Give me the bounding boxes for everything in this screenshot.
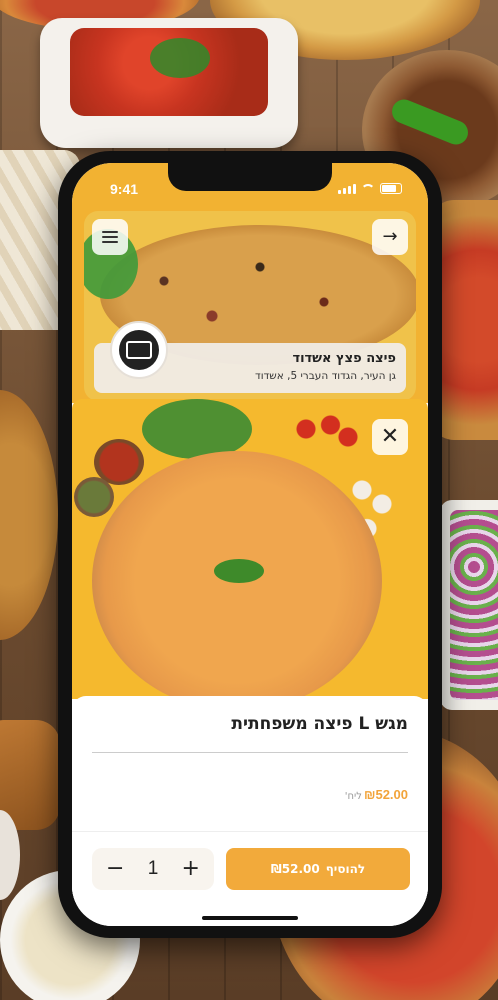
quantity-stepper: − 1 + bbox=[92, 848, 214, 890]
restaurant-logo bbox=[110, 321, 168, 379]
restaurant-info-card[interactable]: פיצה פצץ אשדוד גן העיר, הגדוד העברי 5, א… bbox=[94, 321, 406, 393]
logo-icon bbox=[119, 330, 159, 370]
price-value: ₪52.00 bbox=[363, 787, 408, 802]
quantity-value: 1 bbox=[147, 858, 159, 879]
product-image: ✕ bbox=[72, 399, 428, 699]
pizza-image bbox=[92, 451, 382, 699]
home-indicator bbox=[202, 916, 298, 920]
bg-bread-image bbox=[0, 720, 60, 830]
restaurant-header: → פיצה פצץ אשדוד גן העיר, הגדוד העברי 5,… bbox=[72, 203, 428, 403]
phone-frame: 9:41 → פיצה פצץ אשדוד גן העיר, הגדוד העב… bbox=[58, 151, 442, 938]
menu-button[interactable] bbox=[92, 219, 128, 255]
restaurant-address: גן העיר, הגדוד העברי 5, אשדוד bbox=[254, 370, 396, 382]
forward-button[interactable]: → bbox=[372, 219, 408, 255]
bg-salad-image bbox=[440, 500, 498, 710]
status-icons bbox=[338, 183, 402, 194]
bg-pasta-dish-image bbox=[40, 18, 298, 148]
bg-bread-image bbox=[0, 390, 58, 640]
close-button[interactable]: ✕ bbox=[372, 419, 408, 455]
phone-notch bbox=[168, 163, 332, 191]
phone-screen: 9:41 → פיצה פצץ אשדוד גן העיר, הגדוד העב… bbox=[72, 163, 428, 926]
product-title: מגש L פיצה משפחתית bbox=[231, 714, 408, 734]
close-icon: ✕ bbox=[380, 424, 400, 449]
hamburger-icon bbox=[102, 231, 118, 243]
restaurant-name: פיצה פצץ אשדוד bbox=[292, 351, 396, 366]
product-price: ₪52.00ליח' bbox=[345, 787, 408, 803]
basil-image bbox=[142, 399, 252, 459]
signal-icon bbox=[338, 184, 356, 194]
decrement-button[interactable]: − bbox=[106, 858, 124, 880]
battery-icon bbox=[380, 183, 402, 194]
add-button-total: ₪52.00 bbox=[270, 862, 320, 876]
arrow-right-icon: → bbox=[382, 226, 398, 247]
divider bbox=[92, 752, 408, 753]
add-to-cart-button[interactable]: להוסיף ₪52.00 bbox=[226, 848, 410, 890]
tomatoes-image bbox=[292, 409, 362, 449]
add-button-label: להוסיף bbox=[325, 862, 366, 876]
herb-bowl-image bbox=[74, 477, 114, 517]
cart-footer: − 1 + להוסיף ₪52.00 bbox=[72, 831, 428, 902]
wifi-icon bbox=[361, 184, 375, 194]
status-time: 9:41 bbox=[110, 181, 139, 197]
price-unit: ליח' bbox=[344, 791, 362, 802]
increment-button[interactable]: + bbox=[182, 858, 200, 880]
